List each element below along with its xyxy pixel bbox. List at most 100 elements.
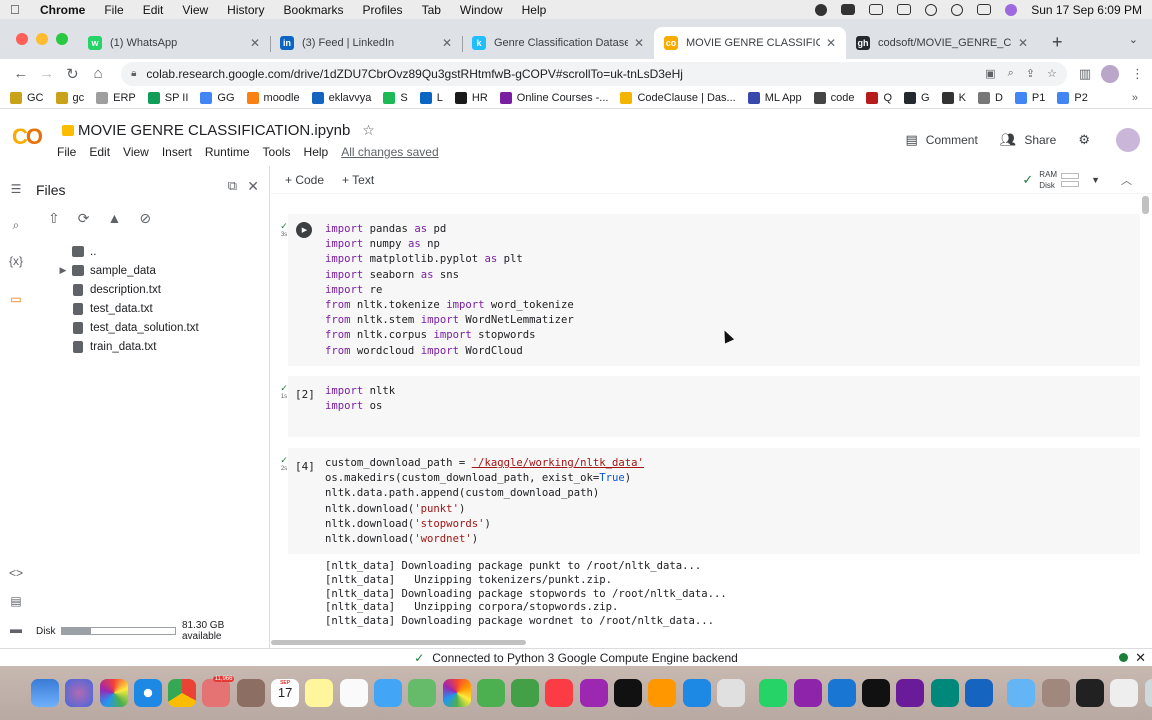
profile-avatar-icon[interactable] — [1101, 64, 1119, 83]
run-cell-button[interactable]: ▶ — [296, 222, 312, 238]
files-folder-icon[interactable]: ▭ — [8, 292, 24, 306]
record-icon[interactable] — [815, 3, 828, 16]
variables-icon[interactable]: {x} — [8, 254, 24, 268]
downloads-folder-icon[interactable] — [1007, 679, 1036, 707]
tab-colab-active[interactable]: co MOVIE GENRE CLASSIFICATIO ✕ — [654, 27, 846, 59]
cell-code[interactable]: import pandas as pd import numpy as np i… — [325, 222, 574, 359]
close-tab-icon[interactable]: ✕ — [1018, 36, 1028, 50]
siri-icon[interactable] — [1005, 3, 1018, 16]
notes-icon[interactable] — [305, 679, 334, 707]
menu-app-name[interactable]: Chrome — [40, 3, 85, 17]
bluetooth-icon[interactable] — [869, 4, 884, 15]
bookmark-item[interactable]: P2 — [1057, 92, 1088, 104]
bookmark-item[interactable]: ML App — [747, 92, 802, 104]
finder-icon[interactable] — [31, 679, 59, 707]
bookmark-item[interactable]: K — [941, 92, 966, 104]
bookmark-item[interactable]: code — [813, 92, 854, 104]
menu-edit[interactable]: Edit — [143, 3, 164, 17]
nb-menu-file[interactable]: File — [57, 145, 76, 159]
side-panel-icon[interactable]: ▥ — [1079, 66, 1091, 82]
file-tree-item[interactable]: train_data.txt — [32, 337, 269, 356]
books-icon[interactable] — [648, 679, 677, 707]
cast-icon[interactable]: ▣ — [985, 67, 995, 80]
menu-tab[interactable]: Tab — [422, 3, 441, 17]
vpn-icon[interactable] — [841, 4, 856, 15]
user-avatar[interactable] — [1116, 128, 1140, 152]
photos-icon[interactable] — [442, 679, 471, 707]
minimize-window-button[interactable] — [36, 33, 48, 45]
save-status-link[interactable]: All changes saved — [341, 145, 438, 159]
wifi-icon[interactable] — [925, 3, 938, 16]
facetime-icon[interactable] — [511, 679, 540, 707]
bookmark-item[interactable]: moodle — [246, 92, 300, 104]
safari-icon[interactable] — [133, 679, 162, 707]
code-snippets-icon[interactable]: <> — [8, 566, 24, 580]
search-icon[interactable]: ⌕ — [8, 218, 24, 233]
siri-app-icon[interactable] — [65, 679, 94, 707]
menu-history[interactable]: History — [227, 3, 264, 17]
resource-monitor[interactable]: ✓ RAM Disk ▼ — [1022, 169, 1100, 191]
close-tab-icon[interactable]: ✕ — [442, 36, 452, 50]
code-cell[interactable]: ✓ 2s [4] custom_download_path = '/kaggle/… — [280, 448, 1140, 554]
bookmark-item[interactable]: Online Courses -... — [499, 92, 608, 104]
open-in-tab-icon[interactable]: ⧉ — [228, 178, 237, 194]
recent-window-icon[interactable] — [1041, 679, 1070, 707]
more-bookmarks-chevron-icon[interactable]: » — [1132, 92, 1138, 104]
code-cell[interactable]: ✓ 1s [2] import nltk import os — [280, 376, 1140, 437]
bookmark-item[interactable]: D — [977, 92, 1003, 104]
settings-gear-icon[interactable]: ⚙ — [1078, 132, 1098, 148]
maps-icon[interactable] — [408, 679, 437, 707]
bookmark-item[interactable]: CodeClause | Das... — [620, 92, 736, 104]
zoom-window-button[interactable] — [56, 33, 68, 45]
tab-search-chevron-icon[interactable]: ⌄ — [1129, 33, 1138, 46]
mount-drive-icon[interactable]: ▲ — [107, 210, 121, 227]
battery-icon[interactable] — [897, 4, 912, 15]
podcasts-icon[interactable] — [579, 679, 608, 707]
cell-code[interactable]: import nltk import os — [325, 384, 395, 414]
chrome-icon[interactable] — [168, 679, 197, 707]
bookmark-item[interactable]: GC — [10, 92, 44, 104]
lock-icon[interactable]: 🔒︎ — [131, 68, 136, 79]
share-page-icon[interactable]: ⇪ — [1026, 67, 1035, 80]
file-tree-item[interactable]: description.txt — [32, 280, 269, 299]
reminders-icon[interactable] — [339, 679, 368, 707]
runtime-dropdown-icon[interactable]: ▼ — [1091, 175, 1100, 185]
bookmark-item[interactable]: L — [419, 92, 443, 104]
forward-arrow-icon[interactable]: → — [34, 65, 60, 82]
whatsapp-app-icon[interactable] — [759, 679, 788, 707]
collapse-header-chevron-icon[interactable]: ︿ — [1121, 172, 1132, 188]
control-center-icon[interactable] — [977, 4, 992, 15]
word-icon[interactable] — [965, 679, 994, 707]
menu-view[interactable]: View — [182, 3, 208, 17]
nb-menu-help[interactable]: Help — [304, 145, 329, 159]
bookmark-item[interactable]: ERP — [96, 92, 136, 104]
colab-logo-icon[interactable]: CO — [12, 124, 43, 150]
tab-github[interactable]: gh codsoft/MOVIE_GENRE_CLASSI ✕ — [846, 27, 1038, 59]
vscode-icon[interactable] — [827, 679, 856, 707]
bookmark-item[interactable]: Q — [866, 92, 892, 104]
home-icon[interactable]: ⌂ — [85, 65, 111, 82]
wps-office-icon[interactable] — [793, 679, 822, 707]
apple-tv-icon[interactable] — [614, 679, 643, 707]
vertical-scrollbar[interactable] — [1142, 196, 1149, 214]
launchpad-icon[interactable] — [99, 679, 128, 707]
nb-menu-insert[interactable]: Insert — [162, 145, 192, 159]
nb-menu-view[interactable]: View — [123, 145, 149, 159]
horizontal-scrollbar[interactable] — [271, 640, 526, 645]
menu-file[interactable]: File — [104, 3, 123, 17]
address-url[interactable]: colab.research.google.com/drive/1dZDU7Cb… — [146, 67, 973, 81]
keynote-icon[interactable] — [373, 679, 402, 707]
mail-icon[interactable]: 11,966 — [202, 676, 235, 707]
refresh-folder-icon[interactable]: ⟳ — [78, 210, 90, 227]
terminal-app-icon[interactable] — [862, 679, 891, 707]
apple-icon[interactable]:  — [10, 2, 24, 17]
app-store-icon[interactable] — [682, 679, 711, 707]
bookmark-item[interactable]: P1 — [1014, 92, 1045, 104]
add-code-button[interactable]: + Code — [285, 173, 324, 187]
close-status-icon[interactable]: ✕ — [1135, 650, 1146, 666]
file-tree-item[interactable]: .. — [32, 242, 269, 261]
tab-linkedin[interactable]: in (3) Feed | LinkedIn ✕ — [270, 27, 462, 59]
menu-window[interactable]: Window — [460, 3, 503, 17]
close-tab-icon[interactable]: ✕ — [826, 36, 836, 50]
zoom-icon[interactable]: ⌕ — [1008, 67, 1014, 80]
